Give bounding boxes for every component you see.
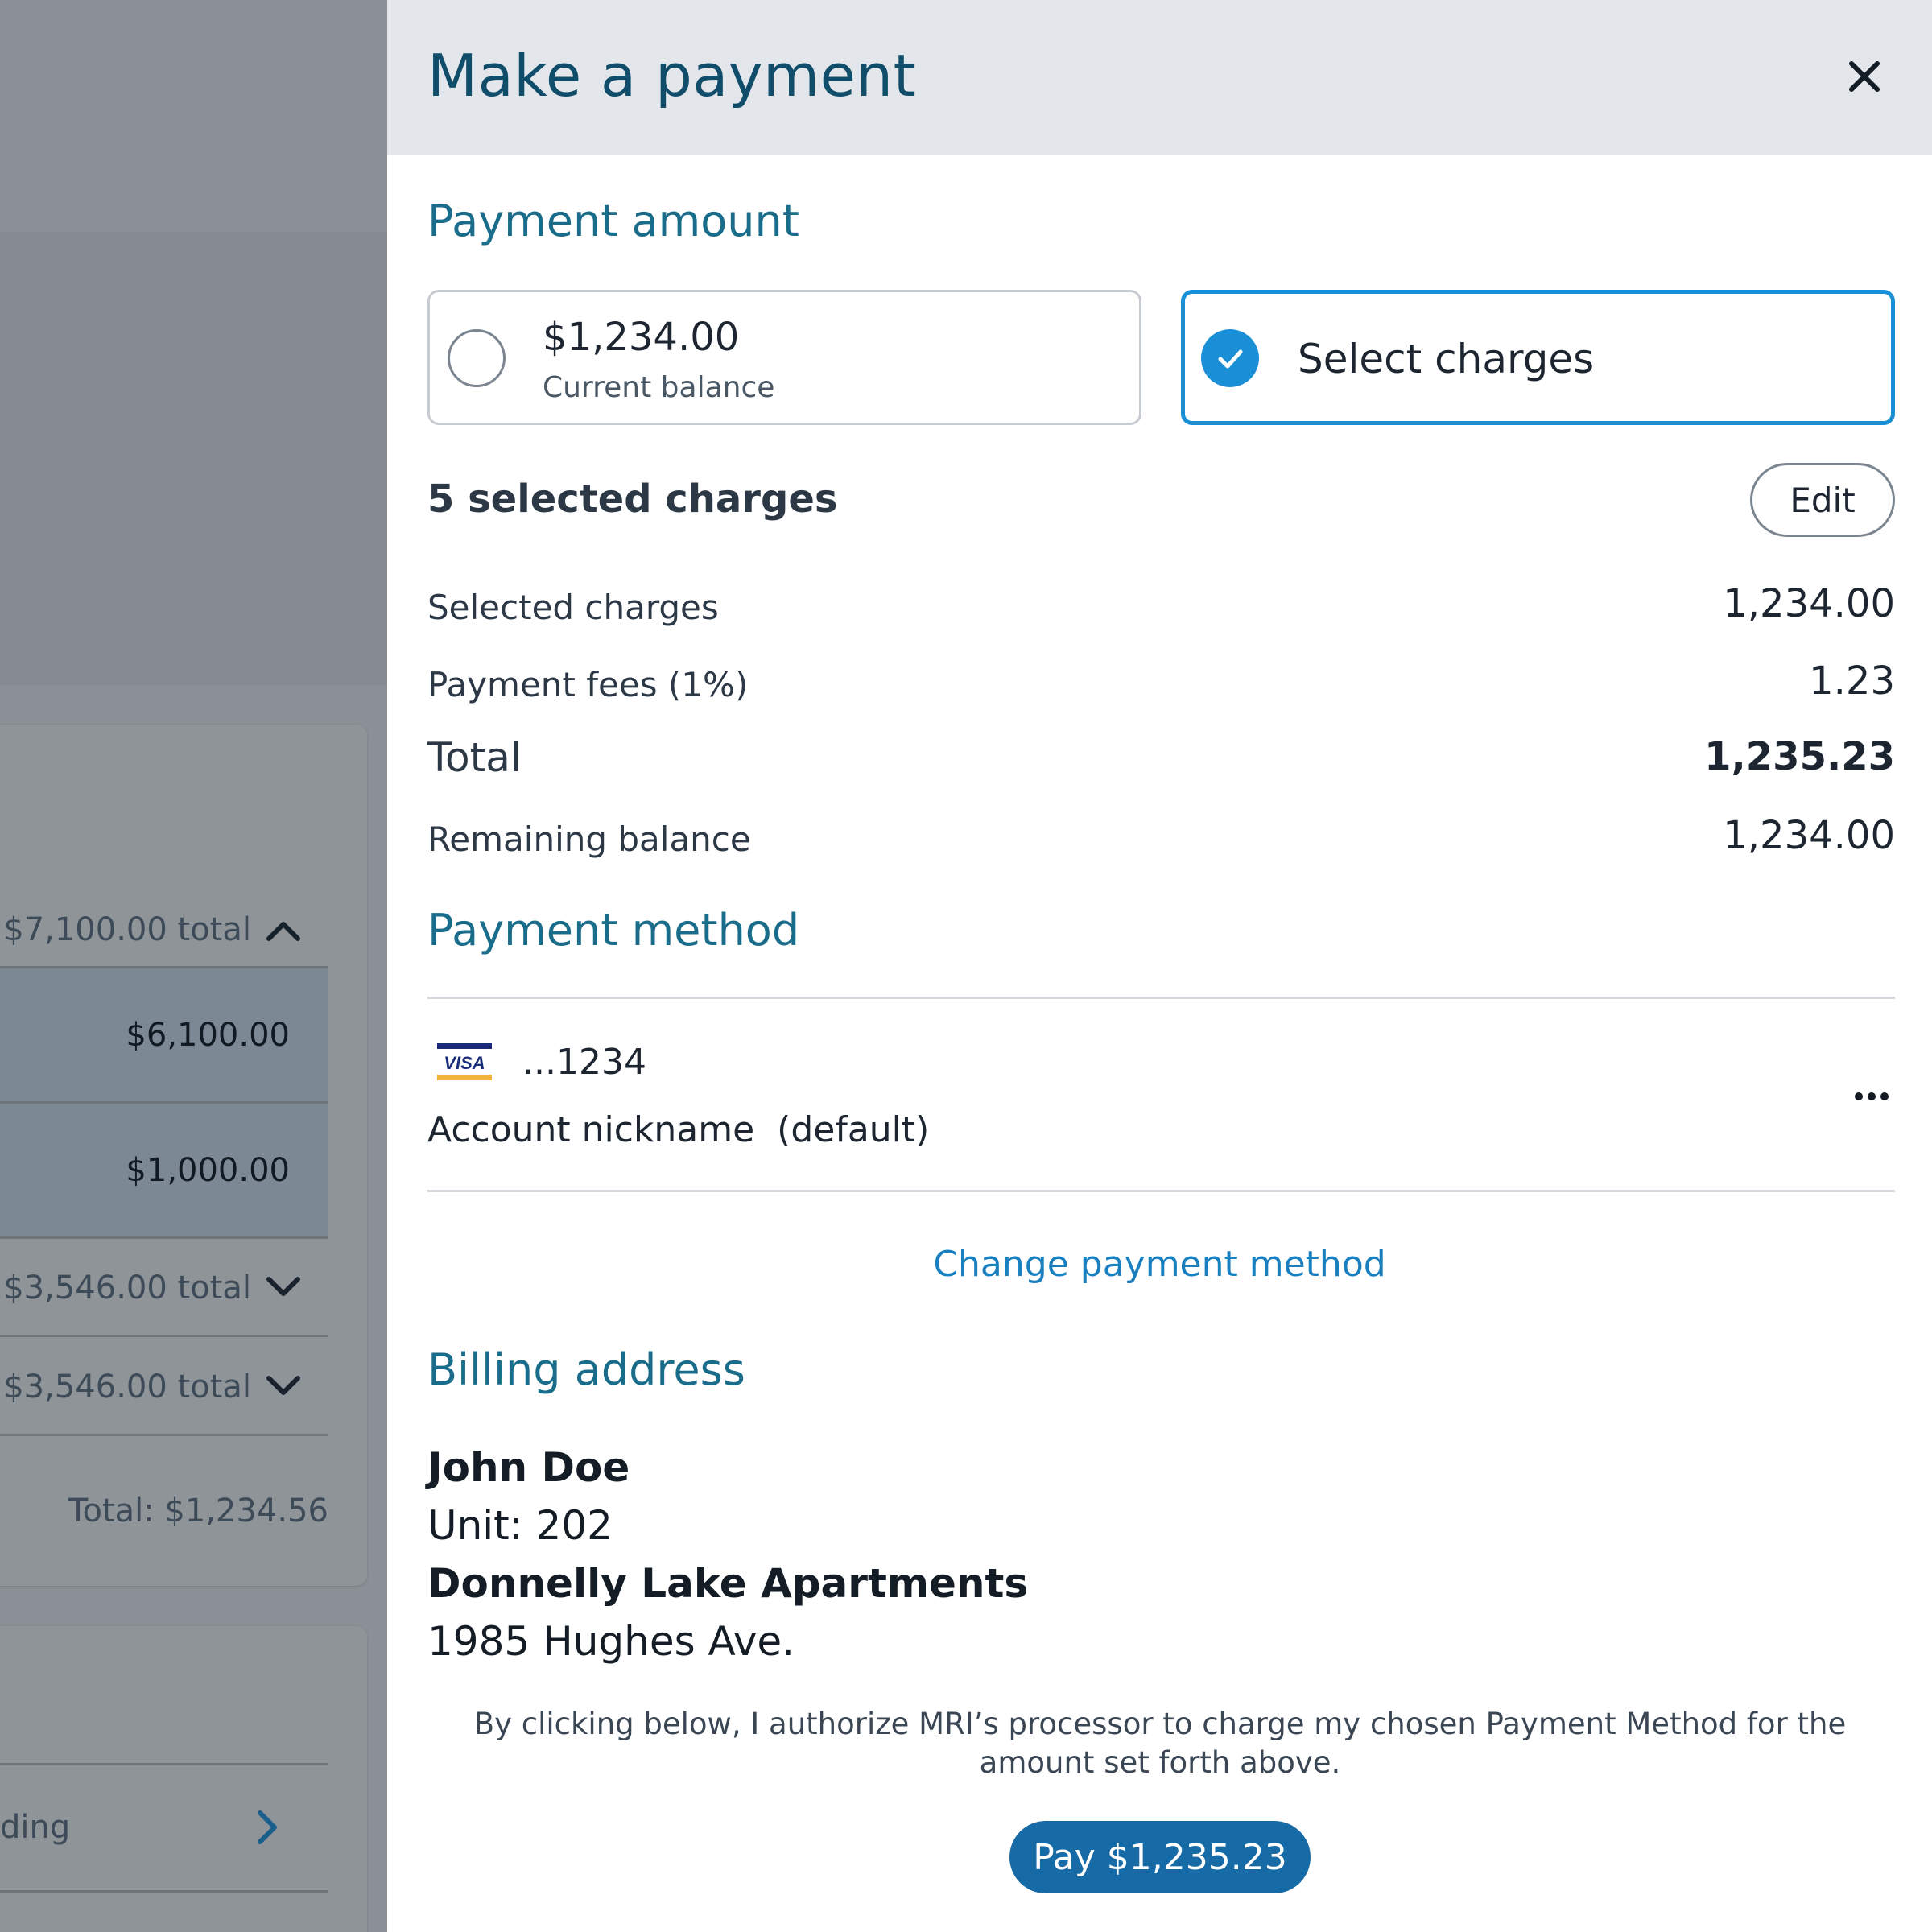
divider: [0, 1763, 328, 1765]
divider: [0, 1335, 328, 1337]
group-total: $7,100.00 total: [3, 911, 251, 948]
edit-charges-button[interactable]: Edit: [1750, 463, 1895, 537]
summary-value-total: 1,235.23: [1704, 734, 1895, 779]
visa-card-icon: VISA: [437, 1043, 492, 1080]
charge-amount: $1,000.00: [126, 1151, 290, 1189]
background-panel: [0, 232, 387, 685]
summary-label-selected-charges: Selected charges: [427, 588, 719, 627]
charge-row[interactable]: $6,100.00: [0, 968, 328, 1101]
card-nickname: Account nickname (default): [427, 1109, 930, 1150]
current-balance-caption: Current balance: [543, 371, 775, 404]
chevron-right-icon[interactable]: [243, 1803, 291, 1852]
more-horizontal-icon[interactable]: [1854, 1092, 1889, 1101]
close-icon[interactable]: [1848, 60, 1880, 93]
billing-street: 1985 Hughes Ave.: [427, 1618, 795, 1665]
pay-button[interactable]: Pay $1,235.23: [1009, 1821, 1311, 1893]
card-brand-text: VISA: [444, 1053, 485, 1073]
payment-amount-heading: Payment amount: [427, 196, 799, 246]
modal-header: Make a payment: [387, 0, 1932, 155]
card-last-four: ...1234: [522, 1042, 646, 1083]
change-payment-method-link[interactable]: Change payment method: [387, 1244, 1932, 1285]
card-total: Total: $1,234.56: [0, 1475, 328, 1547]
payment-method-heading: Payment method: [427, 905, 800, 956]
billing-property: Donnelly Lake Apartments: [427, 1560, 1029, 1607]
authorization-text: By clicking below, I authorize MRI’s pro…: [473, 1707, 1847, 1780]
selected-charges-count: 5 selected charges: [427, 477, 838, 522]
group-total: $3,546.00 total: [3, 1269, 251, 1307]
charge-group-row[interactable]: $7,100.00 total: [0, 894, 328, 966]
modal-title: Make a payment: [427, 42, 917, 109]
card-total-text: Total: $1,234.56: [68, 1492, 328, 1530]
divider: [427, 1190, 1895, 1192]
summary-label-payment-fees: Payment fees (1%): [427, 665, 749, 704]
billing-name: John Doe: [427, 1444, 630, 1491]
nav-row[interactable]: ding: [0, 1791, 328, 1864]
current-balance-option[interactable]: $1,234.00 Current balance: [427, 290, 1141, 425]
chevron-down-icon[interactable]: [259, 1363, 308, 1411]
group-total: $3,546.00 total: [3, 1368, 251, 1406]
billing-unit: Unit: 202: [427, 1502, 613, 1549]
summary-value-remaining-balance: 1,234.00: [1723, 813, 1895, 858]
divider: [0, 1434, 328, 1436]
charge-group-row[interactable]: $3,546.00 total: [0, 1351, 328, 1423]
more-options-button[interactable]: [1847, 1079, 1896, 1114]
billing-address-heading: Billing address: [427, 1344, 745, 1395]
close-button[interactable]: [1836, 48, 1893, 105]
nav-row-label: ding: [0, 1809, 71, 1846]
payment-modal: Make a payment Payment amount $1,234.00 …: [387, 0, 1932, 1932]
charge-group-row[interactable]: $3,546.00 total: [0, 1252, 328, 1324]
radio-unchecked-icon[interactable]: [448, 329, 506, 387]
secondary-card: [0, 1626, 367, 1932]
divider: [0, 1890, 328, 1893]
divider: [0, 1236, 328, 1239]
chevron-down-icon[interactable]: [259, 1264, 308, 1312]
charge-row[interactable]: $1,000.00: [0, 1104, 328, 1236]
summary-value-selected-charges: 1,234.00: [1723, 581, 1895, 626]
select-charges-option[interactable]: Select charges: [1181, 290, 1895, 425]
divider: [427, 997, 1895, 999]
select-charges-label: Select charges: [1298, 336, 1595, 382]
current-balance-amount: $1,234.00: [543, 315, 740, 360]
charge-amount: $6,100.00: [126, 1016, 290, 1054]
summary-value-payment-fees: 1.23: [1809, 658, 1895, 704]
radio-checked-icon[interactable]: [1201, 329, 1259, 387]
summary-label-total: Total: [427, 734, 522, 781]
background-page: $7,100.00 total $6,100.00 $1,000.00 $3,5…: [0, 0, 387, 1932]
chevron-up-icon[interactable]: [259, 906, 308, 954]
summary-label-remaining-balance: Remaining balance: [427, 819, 751, 859]
